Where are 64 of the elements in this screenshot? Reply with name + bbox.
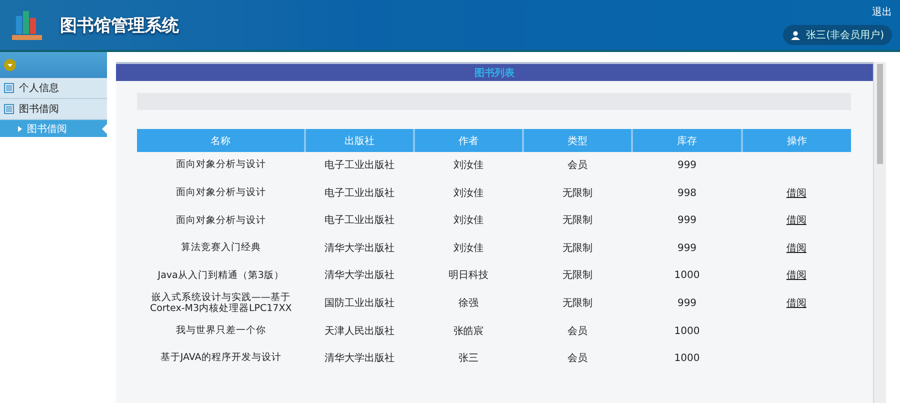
user-icon (791, 30, 800, 40)
table-cell-text: 明日科技 (447, 268, 490, 284)
column-header: 操作 (742, 129, 851, 152)
table-cell: 999 (632, 152, 742, 180)
table-cell-text: 电子工业出版社 (323, 186, 396, 201)
table-cell-text: 无限制 (562, 214, 594, 228)
borrow-link[interactable]: 借阅 (786, 270, 806, 282)
table-cell-text: 我与世界只差一个你 (174, 324, 267, 338)
table-cell-text: 面向对象分析与设计 (174, 186, 267, 200)
column-header: 作者 (414, 129, 524, 152)
app-title: 图书馆管理系统 (60, 14, 179, 36)
sidebar-item[interactable]: 个人信息 (0, 78, 107, 99)
table-cell-text: 嵌入式系统设计与实践——基于Cortex-M3内核处理器LPC17XX (148, 290, 293, 316)
table-cell-text: 无限制 (562, 186, 594, 201)
table-cell-text: 1000 (673, 352, 701, 366)
list-icon (4, 104, 14, 114)
column-header: 名称 (137, 129, 305, 152)
table-cell-text: 张皓宸 (452, 324, 484, 339)
table-cell-text: 999 (676, 242, 698, 256)
caret-icon (18, 126, 22, 132)
table-cell-text: 1000 (673, 324, 701, 339)
table-cell-text: 无限制 (562, 296, 594, 312)
table-cell-text: 面向对象分析与设计 (174, 214, 267, 228)
column-header: 类型 (523, 129, 632, 152)
table-cell: 会员 (523, 152, 632, 180)
table-cell: 刘汝佳 (414, 152, 524, 180)
table-cell-text: 刘汝佳 (452, 214, 484, 228)
user-name: 张三(非会员用户) (806, 28, 884, 42)
table-cell-text: 刘汝佳 (452, 186, 484, 201)
logout-link[interactable]: 退出 (872, 5, 892, 19)
table-cell-text: 998 (676, 186, 698, 201)
table-cell-text: 基于JAVA的程序开发与设计 (159, 351, 282, 366)
borrow-link[interactable]: 借阅 (786, 242, 806, 254)
table-cell-text: 张三 (457, 352, 480, 366)
column-header: 出版社 (304, 129, 414, 152)
table-cell-text: 刘汝佳 (452, 242, 484, 256)
list-icon (4, 83, 14, 93)
table-cell-text: 999 (676, 214, 698, 228)
borrow-link[interactable]: 借阅 (786, 188, 806, 199)
books-logo (10, 8, 44, 42)
borrow-link[interactable]: 借阅 (786, 298, 806, 310)
table-cell-text: Java从入门到精通（第3版） (156, 268, 285, 283)
column-header: 库存 (632, 129, 742, 152)
table-cell-text: 会员 (566, 352, 589, 366)
table-cell-text: 清华大学出版社 (323, 268, 396, 284)
table-cell-text: 无限制 (562, 268, 594, 284)
table-cell-text: 徐强 (457, 297, 480, 312)
table-cell-text: 无限制 (562, 242, 594, 256)
table-cell-text: 会员 (566, 324, 589, 339)
table-cell: 面向对象分析与设计 (137, 152, 305, 180)
table-cell-text: 电子工业出版社 (323, 214, 396, 228)
table-cell: 电子工业出版社 (304, 152, 414, 180)
scrollbar[interactable] (873, 62, 886, 403)
table-cell-text: 算法竞赛入门经典 (180, 241, 262, 256)
collapse-icon[interactable] (4, 59, 16, 71)
table-cell-text: 清华大学出版社 (323, 352, 396, 366)
sidebar-item[interactable]: 图书借阅 (0, 99, 107, 120)
table-cell-text: 天津人民出版社 (323, 324, 396, 339)
panel-title: 图书列表 (116, 64, 873, 81)
table-cell-text: 清华大学出版社 (323, 242, 396, 256)
table-cell-text: 国防工业出版社 (323, 296, 396, 312)
table-cell-text: 999 (676, 297, 698, 312)
borrow-link[interactable]: 借阅 (786, 215, 806, 226)
table-cell-text: 1000 (673, 269, 701, 284)
